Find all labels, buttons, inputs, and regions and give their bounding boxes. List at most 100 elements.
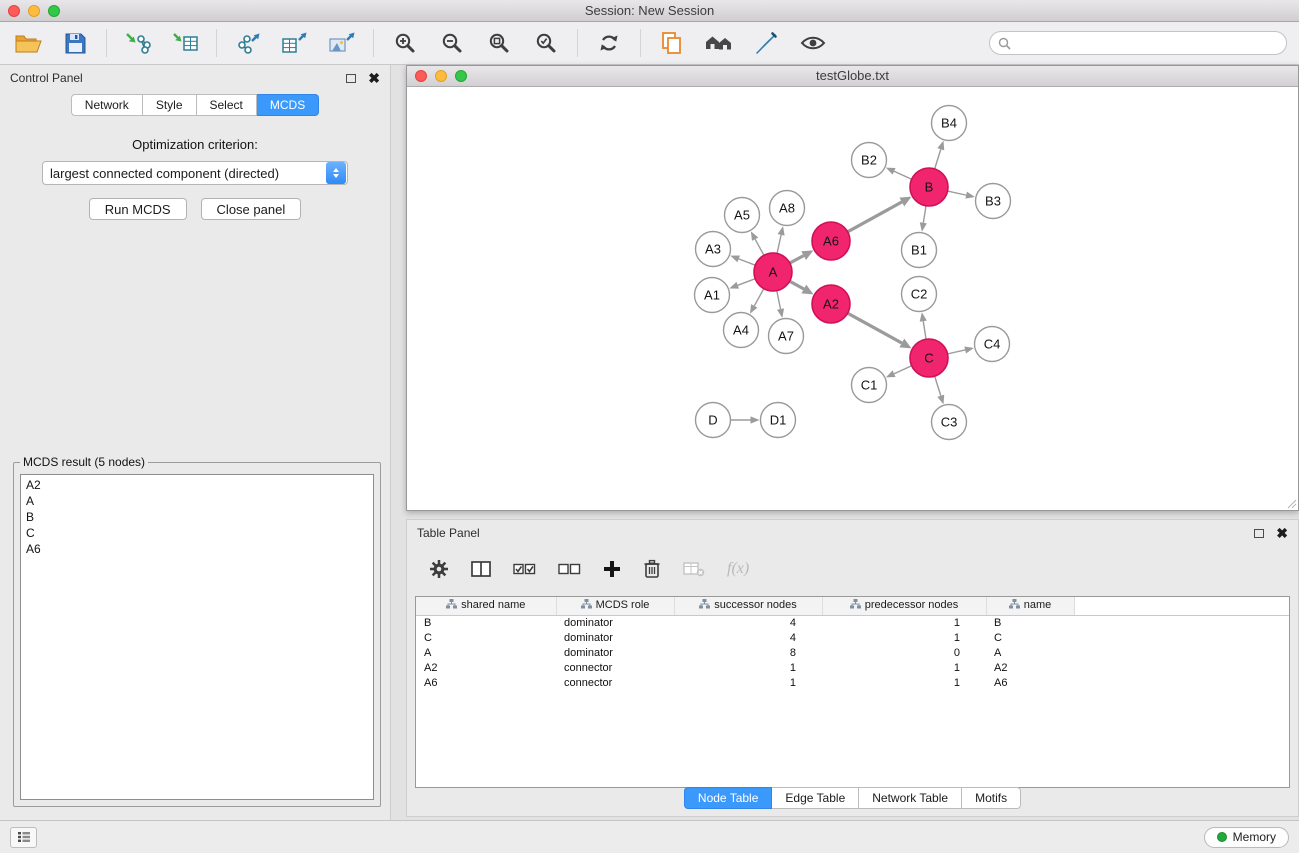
add-entry-button[interactable]: [603, 560, 621, 578]
close-window-icon[interactable]: [8, 5, 20, 17]
copy-documents-button[interactable]: [656, 27, 688, 59]
memory-status-icon: [1217, 832, 1227, 842]
delete-table-button[interactable]: [683, 560, 705, 578]
network-canvas[interactable]: B4B2BB3A5A8A6A3B1AA1C2A2A4A7C4CC1C3DD1: [407, 88, 1298, 510]
graph-edge-B-B2[interactable]: [894, 171, 912, 179]
graph-edge-C-C4[interactable]: [948, 350, 966, 354]
column-header-name[interactable]: name: [986, 597, 1074, 615]
mcds-result-item[interactable]: A6: [26, 541, 368, 557]
column-header-MCDS-role[interactable]: MCDS role: [556, 597, 674, 615]
open-folder-icon: [15, 32, 42, 55]
memory-button[interactable]: Memory: [1204, 827, 1289, 848]
graph-edge-A-A6[interactable]: [790, 256, 804, 263]
minimize-window-icon[interactable]: [28, 5, 40, 17]
tab-select[interactable]: Select: [197, 94, 257, 116]
export-network-icon: [234, 31, 262, 55]
toolbar-separator: [640, 29, 641, 57]
graph-edge-B-B1[interactable]: [923, 206, 926, 223]
export-table-button[interactable]: [279, 27, 311, 59]
import-table-button[interactable]: [169, 27, 201, 59]
float-table-panel-icon[interactable]: [1254, 529, 1264, 538]
graph-edge-A-A8[interactable]: [777, 235, 781, 254]
table-row[interactable]: Bdominator41B: [416, 615, 1289, 630]
save-session-button[interactable]: [59, 27, 91, 59]
table-tab-network-table[interactable]: Network Table: [859, 787, 962, 809]
table-tab-node-table[interactable]: Node Table: [684, 787, 773, 809]
graph-edge-A6-B[interactable]: [848, 202, 902, 232]
table-tab-motifs[interactable]: Motifs: [962, 787, 1021, 809]
fit-content-button[interactable]: [483, 27, 515, 59]
select-all-button[interactable]: [513, 560, 536, 578]
function-builder-button[interactable]: f(x): [727, 560, 749, 578]
delete-entries-button[interactable]: [643, 559, 661, 579]
home-views-button[interactable]: [703, 27, 735, 59]
column-sort-icon: [699, 599, 710, 612]
graph-edge-A-A3[interactable]: [739, 259, 756, 265]
float-panel-icon[interactable]: [346, 74, 356, 83]
graph-edge-C-C1[interactable]: [894, 366, 912, 374]
split-columns-button[interactable]: [471, 560, 491, 578]
window-titlebar: Session: New Session: [0, 0, 1299, 22]
column-header-predecessor-nodes[interactable]: predecessor nodes: [822, 597, 986, 615]
zoom-in-button[interactable]: [389, 27, 421, 59]
zoom-network-window-icon[interactable]: [455, 70, 467, 82]
graph-edge-A-A2[interactable]: [790, 281, 804, 289]
show-panels-button[interactable]: [10, 827, 37, 848]
dropdown-stepper-icon: [326, 162, 346, 184]
table-row[interactable]: A2connector11A2: [416, 660, 1289, 675]
export-network-button[interactable]: [232, 27, 264, 59]
table-row[interactable]: Cdominator41C: [416, 630, 1289, 645]
mcds-result-item[interactable]: A2: [26, 477, 368, 493]
column-header-successor-nodes[interactable]: successor nodes: [674, 597, 822, 615]
show-hide-button[interactable]: [797, 27, 829, 59]
open-session-button[interactable]: [12, 27, 44, 59]
graph-edge-C-C3[interactable]: [935, 376, 941, 396]
deselect-all-button[interactable]: [558, 560, 581, 578]
mcds-result-item[interactable]: C: [26, 525, 368, 541]
graph-edge-B-B4[interactable]: [935, 149, 941, 169]
close-table-panel-icon[interactable]: ✖: [1276, 528, 1288, 538]
zoom-out-button[interactable]: [436, 27, 468, 59]
search-input[interactable]: [1017, 36, 1278, 51]
search-box[interactable]: [989, 31, 1287, 55]
table-settings-button[interactable]: [429, 559, 449, 579]
graph-edge-B-B3[interactable]: [948, 191, 967, 195]
import-network-button[interactable]: [122, 27, 154, 59]
apply-style-button[interactable]: [750, 27, 782, 59]
graph-edge-A-A7[interactable]: [777, 291, 781, 309]
mcds-result-item[interactable]: B: [26, 509, 368, 525]
tab-style[interactable]: Style: [143, 94, 197, 116]
run-mcds-button[interactable]: Run MCDS: [89, 198, 187, 220]
control-panel-tabs: NetworkStyleSelectMCDS: [0, 94, 390, 116]
graph-edge-A-A5[interactable]: [755, 239, 764, 255]
close-panel-icon[interactable]: ✖: [368, 73, 380, 83]
tab-mcds[interactable]: MCDS: [257, 94, 319, 116]
mcds-result-list[interactable]: A2ABCA6: [20, 474, 374, 800]
minimize-network-window-icon[interactable]: [435, 70, 447, 82]
close-panel-button[interactable]: Close panel: [201, 198, 302, 220]
resize-handle[interactable]: [1285, 497, 1297, 509]
graph-edge-A-A1[interactable]: [738, 279, 755, 286]
column-header-shared-name[interactable]: shared name: [416, 597, 556, 615]
table-tab-edge-table[interactable]: Edge Table: [772, 787, 859, 809]
toolbar-separator: [216, 29, 217, 57]
refresh-view-button[interactable]: [593, 27, 625, 59]
node-table-container[interactable]: shared nameMCDS rolesuccessor nodesprede…: [415, 596, 1290, 788]
trash-icon: [643, 559, 661, 579]
table-row[interactable]: A6connector11A6: [416, 675, 1289, 690]
graph-edge-arrow: [937, 141, 944, 151]
plus-icon: [603, 560, 621, 578]
zoom-window-icon[interactable]: [48, 5, 60, 17]
table-row[interactable]: Adominator80A: [416, 645, 1289, 660]
graph-edge-A2-C[interactable]: [848, 313, 902, 343]
graph-edge-C-C2[interactable]: [923, 321, 926, 339]
criterion-dropdown[interactable]: largest connected component (directed): [42, 161, 348, 185]
export-image-button[interactable]: [326, 27, 358, 59]
tab-network[interactable]: Network: [71, 94, 143, 116]
select-all-icon: [513, 560, 536, 578]
graph-edge-A-A4[interactable]: [754, 289, 764, 306]
fit-selected-button[interactable]: [530, 27, 562, 59]
graph-edge-arrow: [729, 282, 739, 289]
close-network-window-icon[interactable]: [415, 70, 427, 82]
mcds-result-item[interactable]: A: [26, 493, 368, 509]
